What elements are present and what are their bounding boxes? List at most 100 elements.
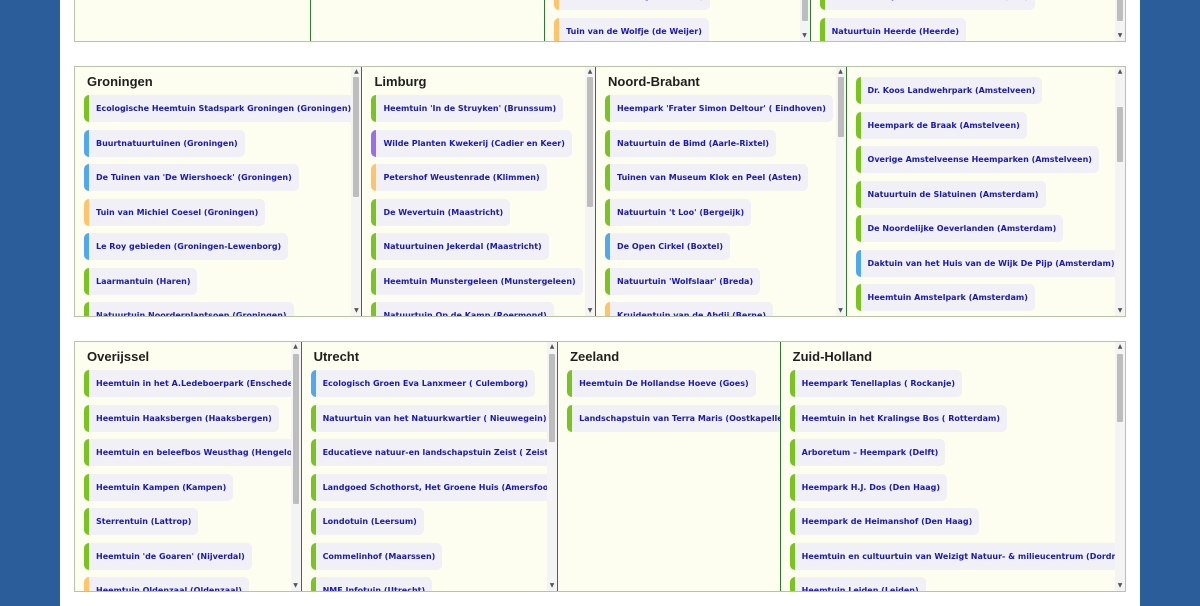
scroll-up-icon[interactable]: ▲ (291, 342, 301, 352)
garden-list[interactable]: Heempark Tenellaplas ( Rockanje) Heemtuin… (781, 370, 1125, 591)
scrollbar-thumb[interactable] (837, 77, 844, 137)
garden-link[interactable]: Heemtuin in het Kralingse Bos ( Rotterda… (789, 404, 1008, 432)
garden-link[interactable]: Natuurtuin Op de Kamp (Roermond) (371, 302, 554, 316)
garden-list[interactable]: Heemtuin De Hollandse Hoeve (Goes) Landsc… (558, 370, 780, 439)
garden-link[interactable]: Londotuin (Leersum) (310, 508, 424, 535)
garden-link[interactable]: Heemtuin en cultuurtuin van Weizigt Natu… (789, 542, 1125, 570)
garden-link[interactable]: NME Infotuin (Utrecht) (310, 577, 433, 591)
garden-link[interactable]: Landgoed Schothorst, Het Groene Huis (Am… (310, 473, 558, 501)
garden-link[interactable]: Tuin van de Wolfje (de Weijer) (554, 17, 709, 41)
scrollbar[interactable]: ▲▼ (1115, 0, 1125, 41)
garden-link[interactable]: Educatieve natuur-en landschapstuin Zeis… (310, 439, 558, 466)
scrollbar-thumb[interactable] (1117, 354, 1123, 422)
garden-link[interactable]: Heempark de Braak (Amstelveen) (855, 111, 1027, 139)
garden-link[interactable]: Landschapstuin van Terra Maris (Oostkape… (567, 404, 780, 432)
garden-link[interactable]: Petershof Weustenrade (Klimmen) (371, 164, 547, 191)
scroll-up-icon[interactable]: ▲ (1115, 342, 1125, 352)
garden-link[interactable]: Tuinen van Museum Klok en Peel (Asten) (605, 164, 809, 191)
scroll-up-icon[interactable]: ▲ (547, 342, 557, 352)
scroll-up-icon[interactable]: ▲ (351, 67, 361, 77)
garden-link[interactable]: Heemtuin 'de Goaren' (Nijverdal) (84, 542, 252, 570)
garden-link[interactable]: Natuurtuinen Jekerdal (Maastricht) (371, 233, 549, 260)
scroll-up-icon[interactable]: ▲ (836, 67, 846, 77)
garden-link[interactable]: Heempark H.J. Dos (Den Haag) (789, 473, 948, 501)
garden-link[interactable]: Natuurtuin Noorderplantsoen (Groningen) (84, 302, 294, 316)
scroll-down-icon[interactable]: ▼ (351, 306, 361, 316)
scroll-down-icon[interactable]: ▼ (291, 581, 301, 591)
garden-link[interactable]: Heemtuin en beleefbos Weusthag (Hengelo) (84, 439, 301, 466)
garden-link[interactable]: Tuin van Michiel Coesel (Groningen) (84, 198, 266, 226)
scrollbar-thumb[interactable] (353, 77, 360, 197)
garden-list[interactable]: Ecologisch Groen Eva Lanxmeer ( Culembor… (302, 370, 558, 591)
garden-list[interactable]: Heemtuin in het A.Ledeboerpark (Enschede… (75, 370, 301, 591)
scroll-up-icon[interactable]: ▲ (585, 67, 595, 77)
scrollbar[interactable]: ▲▼ (799, 0, 810, 41)
province-column-overijssel: Overijssel Heemtuin in het A.Ledeboerpark… (75, 342, 302, 591)
garden-link[interactable]: Natuurtuin bij Natuurcentrum Veluwe (Ede… (819, 0, 1036, 10)
garden-link[interactable]: Ecologische Heemtuin Stadspark Groningen… (84, 95, 359, 122)
scrollbar[interactable]: ▲▼ (1115, 342, 1125, 591)
garden-link[interactable]: Sterrentuin (Lattrop) (84, 508, 199, 535)
garden-link[interactable]: Heemtuin Leiden (Leiden) (789, 577, 926, 591)
scrollbar[interactable]: ▲▼ (585, 67, 596, 316)
garden-link[interactable]: Dr. Koos Landwehrpark (Amstelveen) (855, 77, 1043, 104)
garden-list[interactable]: Heempark 'Frater Simon Deltour' ( Eindho… (596, 95, 846, 316)
garden-link[interactable]: Heemtuin Munstergeleen (Munstergeleen) (371, 267, 583, 295)
scroll-up-icon[interactable]: ▲ (1115, 67, 1125, 77)
garden-link[interactable]: De Tuinen van 'De Wiershoeck' (Groningen… (84, 164, 299, 191)
scrollbar-thumb[interactable] (587, 77, 594, 207)
scroll-down-icon[interactable]: ▼ (1115, 581, 1125, 591)
garden-link[interactable]: Laarmantuin (Haren) (84, 267, 198, 295)
scroll-down-icon[interactable]: ▼ (547, 581, 557, 591)
garden-link[interactable]: Commelinhof (Maarssen) (310, 542, 443, 570)
garden-link[interactable]: Daktuin van het Huis van de Wijk De Pijp… (855, 249, 1122, 277)
garden-link[interactable]: Natuurtuin Heerde (Heerde) (819, 17, 966, 41)
garden-link[interactable]: Heemtuin Kampen (Kampen) (84, 473, 234, 501)
garden-list[interactable]: Dr. Koos Landwehrpark (Amstelveen) Heempa… (847, 77, 1125, 316)
scroll-down-icon[interactable]: ▼ (1115, 31, 1125, 41)
scrollbar-thumb[interactable] (1117, 0, 1123, 21)
scrollbar[interactable]: ▲▼ (547, 342, 558, 591)
garden-list[interactable]: Ecologische Heemtuin Stadspark Groningen… (75, 95, 361, 316)
scrollbar-thumb[interactable] (801, 0, 808, 21)
garden-link[interactable]: Buurtnatuurtuinen (Groningen) (84, 129, 245, 157)
garden-list[interactable]: De Hemelsleutel (Jonkersland) Tuin van de… (545, 0, 810, 41)
scroll-down-icon[interactable]: ▼ (800, 31, 810, 41)
garden-link[interactable]: De Noordelijke Oeverlanden (Amsterdam) (855, 215, 1064, 242)
garden-link[interactable]: Heemtuin De Hollandse Hoeve (Goes) (567, 370, 756, 397)
scrollbar-thumb[interactable] (1117, 107, 1123, 162)
scroll-down-icon[interactable]: ▼ (836, 306, 846, 316)
garden-link[interactable]: De Open Cirkel (Boxtel) (605, 233, 730, 260)
garden-link[interactable]: Natuurtuin de Slatuinen (Amsterdam) (855, 180, 1046, 208)
scrollbar-thumb[interactable] (292, 354, 299, 504)
garden-link[interactable]: Heempark de Heimanshof (Den Haag) (789, 508, 980, 535)
garden-link[interactable]: De Hemelsleutel (Jonkersland) (554, 0, 711, 10)
garden-link[interactable]: Kruidentuin van de Abdij (Berne) (605, 302, 774, 316)
garden-link[interactable]: Heemtuin 'In de Struyken' (Brunssum) (371, 95, 564, 122)
garden-link[interactable]: Arboretum – Heempark (Delft) (789, 439, 946, 466)
scroll-down-icon[interactable]: ▼ (1115, 306, 1125, 316)
garden-link[interactable]: Natuurtuin 't Loo' (Bergeijk) (605, 198, 752, 226)
garden-link[interactable]: De Wevertuin (Maastricht) (371, 198, 511, 226)
scrollbar-thumb[interactable] (549, 354, 556, 442)
scrollbar[interactable]: ▲▼ (290, 342, 301, 591)
garden-list[interactable]: Natuurtuin bij Natuurcentrum Veluwe (Ede… (811, 0, 1125, 41)
garden-link[interactable]: Ecologisch Groen Eva Lanxmeer ( Culembor… (310, 370, 536, 397)
garden-link[interactable]: Natuurtuin 'Wolfslaar' (Breda) (605, 267, 761, 295)
scrollbar[interactable]: ▲▼ (351, 67, 362, 316)
garden-link[interactable]: Heemtuin in het A.Ledeboerpark (Enschede… (84, 370, 301, 397)
scroll-down-icon[interactable]: ▼ (585, 306, 595, 316)
garden-link[interactable]: Wilde Planten Kwekerij (Cadier en Keer) (371, 129, 572, 157)
garden-link[interactable]: Heemtuin Amstelpark (Amsterdam) (855, 284, 1035, 311)
garden-link[interactable]: Heemtuin Haaksbergen (Haaksbergen) (84, 404, 279, 432)
scrollbar[interactable]: ▲▼ (1115, 67, 1125, 316)
garden-list[interactable]: Heemtuin 'In de Struyken' (Brunssum) Wild… (362, 95, 595, 316)
garden-link[interactable]: Heempark Tenellaplas ( Rockanje) (789, 370, 963, 397)
garden-link[interactable]: Overige Amstelveense Heemparken (Amstelv… (855, 146, 1099, 173)
garden-link[interactable]: Natuurtuin van het Natuurkwartier ( Nieu… (310, 404, 554, 432)
garden-link[interactable]: Le Roy gebieden (Groningen-Lewenborg) (84, 233, 289, 260)
garden-link[interactable]: Heempark 'Frater Simon Deltour' ( Eindho… (605, 95, 833, 122)
garden-link[interactable]: Natuurtuin de Bimd (Aarle-Rixtel) (605, 129, 777, 157)
scrollbar[interactable]: ▲▼ (835, 67, 846, 316)
garden-link[interactable]: Heemtuin Oldenzaal (Oldenzaal) (84, 577, 249, 591)
